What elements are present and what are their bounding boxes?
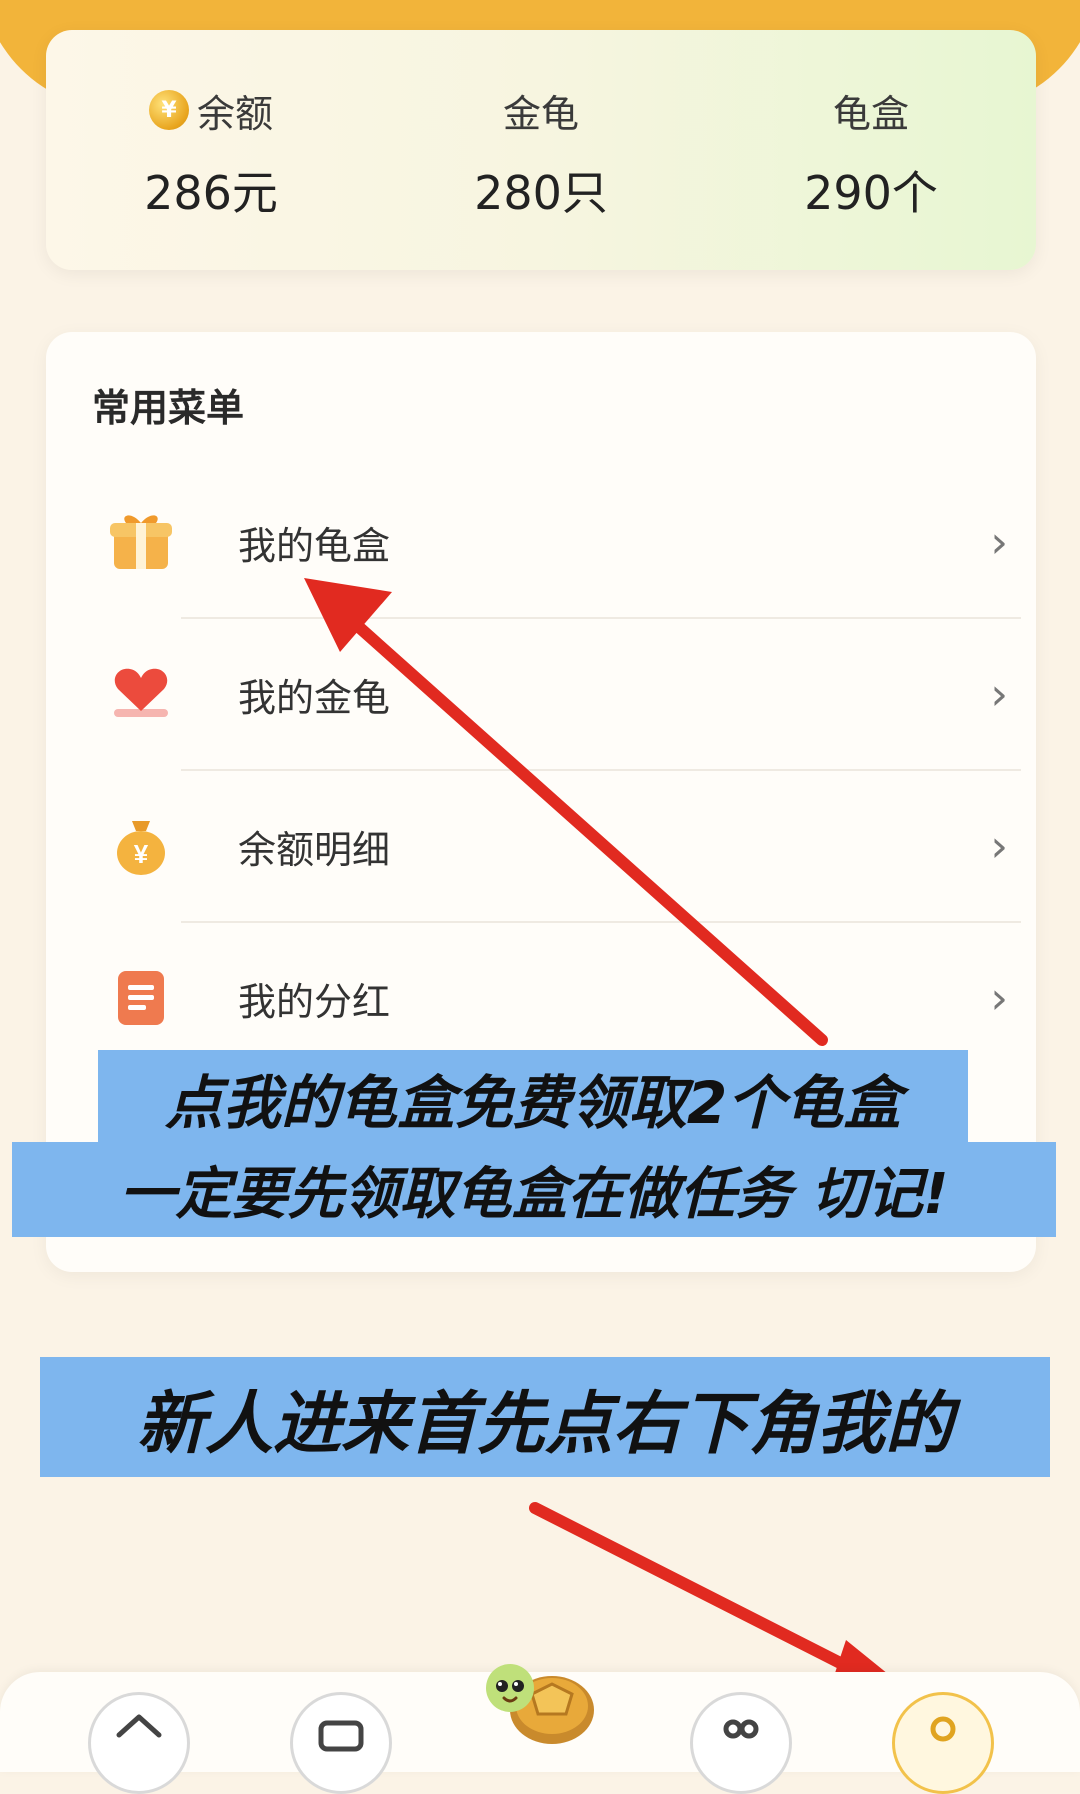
annotation-banner: 一定要先领取龟盒在做任务 切记!: [12, 1142, 1056, 1237]
turtle-box-label: 龟盒: [832, 91, 909, 136]
gift-box-icon: [96, 497, 186, 587]
shop-icon: [318, 1720, 364, 1752]
menu-item-my-turtle-box[interactable]: 我的龟盒 ›: [86, 467, 1026, 617]
coin-icon: ¥: [148, 90, 189, 130]
chevron-right-icon: ›: [990, 820, 1008, 872]
menu-title: 常用菜单: [92, 386, 245, 430]
tab-community[interactable]: [690, 1692, 792, 1794]
tab-home[interactable]: [88, 1692, 190, 1794]
home-icon: [116, 1714, 162, 1738]
stats-card: ¥ 余额 286元 金龟 280只 龟盒 290个: [46, 30, 1036, 270]
tab-mine[interactable]: [892, 1692, 994, 1794]
menu-item-label: 我的金龟: [238, 675, 391, 720]
turtle-box-stat[interactable]: 龟盒 290个: [721, 85, 1021, 223]
turtle-box-value: 290个: [804, 166, 938, 220]
balance-label: 余额: [196, 91, 273, 136]
balance-value: 286元: [144, 166, 278, 220]
money-bag-icon: ¥: [96, 801, 186, 891]
gold-turtle-stat[interactable]: 金龟 280只: [391, 85, 691, 223]
turtle-mascot-icon[interactable]: [480, 1650, 600, 1745]
gold-turtle-value: 280只: [474, 166, 608, 220]
annotation-banner: 点我的龟盒免费领取2个龟盒: [98, 1050, 968, 1145]
chevron-right-icon: ›: [990, 516, 1008, 568]
menu-item-label: 余额明细: [238, 827, 391, 872]
chevron-right-icon: ›: [990, 972, 1008, 1024]
people-icon: [723, 1719, 759, 1739]
balance-label-row: ¥ 余额: [61, 85, 361, 136]
menu-item-balance-detail[interactable]: ¥ 余额明细 ›: [86, 771, 1026, 921]
document-icon: [96, 953, 186, 1043]
chevron-right-icon: ›: [990, 668, 1008, 720]
svg-text:¥: ¥: [134, 839, 149, 869]
heart-icon: [96, 649, 186, 739]
tab-shop[interactable]: [290, 1692, 392, 1794]
menu-item-label: 我的分红: [238, 979, 391, 1024]
balance-stat[interactable]: ¥ 余额 286元: [61, 85, 361, 223]
annotation-banner: 新人进来首先点右下角我的: [40, 1357, 1050, 1477]
user-icon: [930, 1716, 956, 1742]
menu-item-label: 我的龟盒: [238, 523, 391, 568]
gold-turtle-label: 金龟: [502, 91, 579, 136]
menu-item-my-gold-turtle[interactable]: 我的金龟 ›: [86, 619, 1026, 769]
